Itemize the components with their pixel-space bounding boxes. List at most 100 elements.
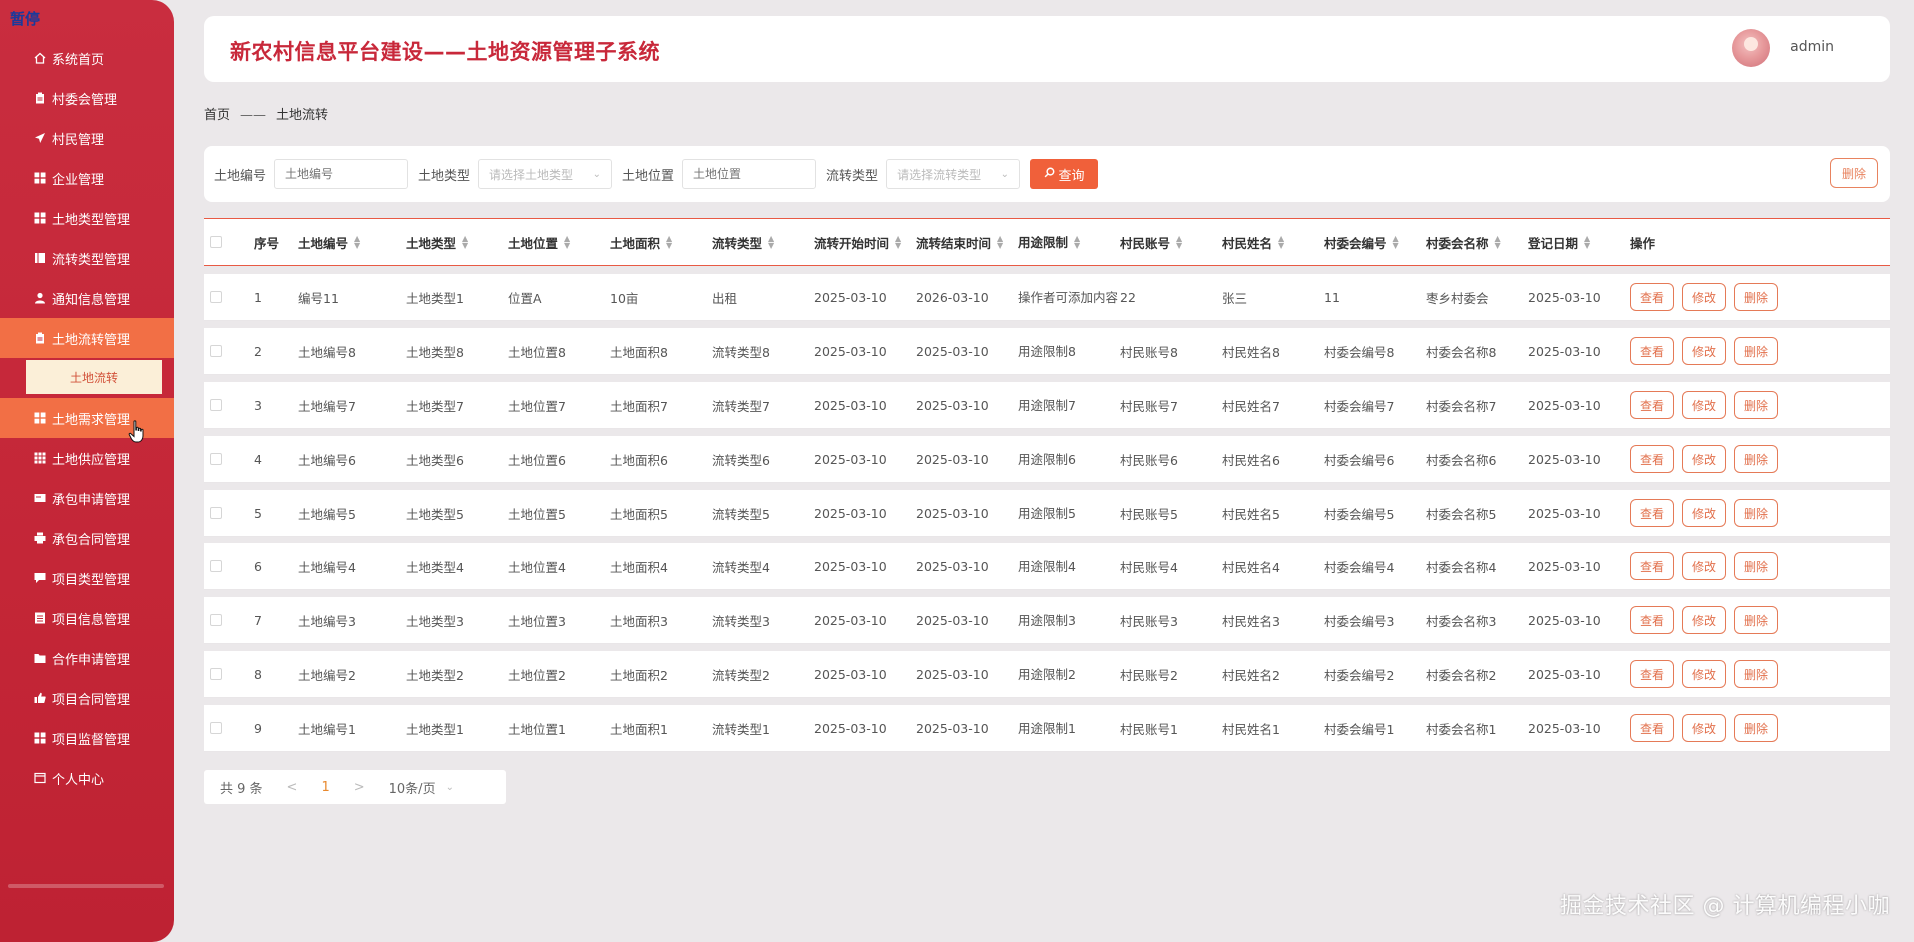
sort-icon[interactable]: ▲ ▼ xyxy=(1074,235,1080,250)
row-checkbox[interactable] xyxy=(210,453,222,465)
sidebar-item-15[interactable]: 项目合同管理 xyxy=(0,678,174,718)
sidebar-item-0[interactable]: 系统首页 xyxy=(0,38,174,78)
sidebar-item-16[interactable]: 项目监督管理 xyxy=(0,718,174,758)
delete-button[interactable]: 删除 xyxy=(1734,606,1778,634)
sort-icon[interactable]: ▲ ▼ xyxy=(462,235,468,250)
sidebar-item-2[interactable]: 村民管理 xyxy=(0,118,174,158)
view-button[interactable]: 查看 xyxy=(1630,283,1674,311)
sort-icon[interactable]: ▲ ▼ xyxy=(564,235,570,250)
view-button[interactable]: 查看 xyxy=(1630,552,1674,580)
delete-button[interactable]: 删除 xyxy=(1734,283,1778,311)
sidebar-item-8[interactable]: 土地需求管理 xyxy=(0,398,174,438)
edit-button[interactable]: 修改 xyxy=(1682,499,1726,527)
view-button[interactable]: 查看 xyxy=(1630,606,1674,634)
select-all-checkbox[interactable] xyxy=(210,236,222,248)
pagination-next[interactable]: > xyxy=(354,780,365,795)
row-checkbox[interactable] xyxy=(210,668,222,680)
sort-icon[interactable]: ▲ ▼ xyxy=(1278,235,1284,250)
delete-button[interactable]: 删除 xyxy=(1734,391,1778,419)
delete-button[interactable]: 删除 xyxy=(1734,714,1778,742)
delete-button[interactable]: 删除 xyxy=(1734,660,1778,688)
avatar[interactable] xyxy=(1732,29,1770,67)
page-size-select[interactable]: 10条/页 ⌄ xyxy=(389,778,454,797)
edit-button[interactable]: 修改 xyxy=(1682,337,1726,365)
delete-button[interactable]: 删除 xyxy=(1734,552,1778,580)
column-header[interactable]: 村委会编号 ▲ ▼ xyxy=(1324,233,1426,252)
column-header[interactable]: 土地位置 ▲ ▼ xyxy=(508,233,610,252)
row-checkbox[interactable] xyxy=(210,560,222,572)
sort-icon[interactable]: ▲ ▼ xyxy=(997,235,1003,250)
sidebar-item-label: 系统首页 xyxy=(52,52,105,68)
sort-icon[interactable]: ▲ ▼ xyxy=(895,235,901,250)
sort-icon[interactable]: ▲ ▼ xyxy=(1393,235,1399,250)
row-checkbox[interactable] xyxy=(210,614,222,626)
pagination-prev[interactable]: < xyxy=(287,780,298,795)
sort-icon[interactable]: ▲ ▼ xyxy=(768,235,774,250)
sidebar-item-7[interactable]: 土地流转管理 xyxy=(0,318,174,358)
sidebar-item-6[interactable]: 通知信息管理 xyxy=(0,278,174,318)
row-checkbox[interactable] xyxy=(210,507,222,519)
edit-button[interactable]: 修改 xyxy=(1682,445,1726,473)
username[interactable]: admin xyxy=(1790,39,1834,55)
view-button[interactable]: 查看 xyxy=(1630,337,1674,365)
bulk-delete-button[interactable]: 删除 xyxy=(1830,158,1878,188)
row-checkbox[interactable] xyxy=(210,722,222,734)
sidebar-item-1[interactable]: 村委会管理 xyxy=(0,78,174,118)
column-header[interactable]: 村民姓名 ▲ ▼ xyxy=(1222,233,1324,252)
sidebar-item-13[interactable]: 项目信息管理 xyxy=(0,598,174,638)
column-header[interactable]: 登记日期 ▲ ▼ xyxy=(1528,233,1630,252)
edit-button[interactable]: 修改 xyxy=(1682,660,1726,688)
land-type-select[interactable]: 请选择土地类型 ⌄ xyxy=(478,159,613,189)
edit-button[interactable]: 修改 xyxy=(1682,391,1726,419)
column-header[interactable]: 流转类型 ▲ ▼ xyxy=(712,233,814,252)
table-cell: 2025-03-10 xyxy=(814,505,887,521)
view-button[interactable]: 查看 xyxy=(1630,391,1674,419)
sort-icon[interactable]: ▲ ▼ xyxy=(1495,235,1501,250)
sidebar-item-label: 土地流转管理 xyxy=(52,332,131,348)
land-id-input[interactable] xyxy=(274,159,409,189)
column-header[interactable]: 村民账号 ▲ ▼ xyxy=(1120,233,1222,252)
view-button[interactable]: 查看 xyxy=(1630,499,1674,527)
view-button[interactable]: 查看 xyxy=(1630,714,1674,742)
delete-button[interactable]: 删除 xyxy=(1734,445,1778,473)
delete-button[interactable]: 删除 xyxy=(1734,499,1778,527)
pagination-current-page[interactable]: 1 xyxy=(321,780,329,795)
sort-icon[interactable]: ▲ ▼ xyxy=(354,235,360,250)
edit-button[interactable]: 修改 xyxy=(1682,714,1726,742)
sidebar-item-5[interactable]: 流转类型管理 xyxy=(0,238,174,278)
sidebar-scrollbar[interactable] xyxy=(8,884,164,888)
table-cell: 位置A xyxy=(508,290,542,306)
sidebar-item-12[interactable]: 项目类型管理 xyxy=(0,558,174,598)
column-header[interactable]: 土地面积 ▲ ▼ xyxy=(610,233,712,252)
column-header[interactable]: 村委会名称 ▲ ▼ xyxy=(1426,233,1528,252)
column-header[interactable]: 用途限制 ▲ ▼ xyxy=(1018,234,1120,251)
edit-button[interactable]: 修改 xyxy=(1682,552,1726,580)
sidebar-item-10[interactable]: 承包申请管理 xyxy=(0,478,174,518)
row-checkbox[interactable] xyxy=(210,291,222,303)
delete-button[interactable]: 删除 xyxy=(1734,337,1778,365)
search-button[interactable]: 查询 xyxy=(1030,159,1099,189)
view-button[interactable]: 查看 xyxy=(1630,660,1674,688)
row-checkbox[interactable] xyxy=(210,345,222,357)
sort-icon[interactable]: ▲ ▼ xyxy=(666,235,672,250)
view-button[interactable]: 查看 xyxy=(1630,445,1674,473)
sidebar-item-17[interactable]: 个人中心 xyxy=(0,758,174,798)
transfer-type-select[interactable]: 请选择流转类型 ⌄ xyxy=(886,159,1021,189)
land-location-input[interactable] xyxy=(682,159,817,189)
sidebar-item-11[interactable]: 承包合同管理 xyxy=(0,518,174,558)
column-header[interactable]: 土地编号 ▲ ▼ xyxy=(298,233,406,252)
edit-button[interactable]: 修改 xyxy=(1682,606,1726,634)
column-header[interactable]: 流转结束时间 ▲ ▼ xyxy=(916,233,1018,252)
column-header[interactable]: 流转开始时间 ▲ ▼ xyxy=(814,233,916,252)
sidebar-item-14[interactable]: 合作申请管理 xyxy=(0,638,174,678)
edit-button[interactable]: 修改 xyxy=(1682,283,1726,311)
submenu-item-land-transfer[interactable]: 土地流转 xyxy=(26,360,162,394)
sidebar-item-9[interactable]: 土地供应管理 xyxy=(0,438,174,478)
sort-icon[interactable]: ▲ ▼ xyxy=(1176,235,1182,250)
sidebar-item-4[interactable]: 土地类型管理 xyxy=(0,198,174,238)
sidebar-item-3[interactable]: 企业管理 xyxy=(0,158,174,198)
column-header[interactable]: 土地类型 ▲ ▼ xyxy=(406,233,508,252)
row-checkbox[interactable] xyxy=(210,399,222,411)
sort-icon[interactable]: ▲ ▼ xyxy=(1584,235,1590,250)
breadcrumb-home[interactable]: 首页 xyxy=(204,108,230,123)
